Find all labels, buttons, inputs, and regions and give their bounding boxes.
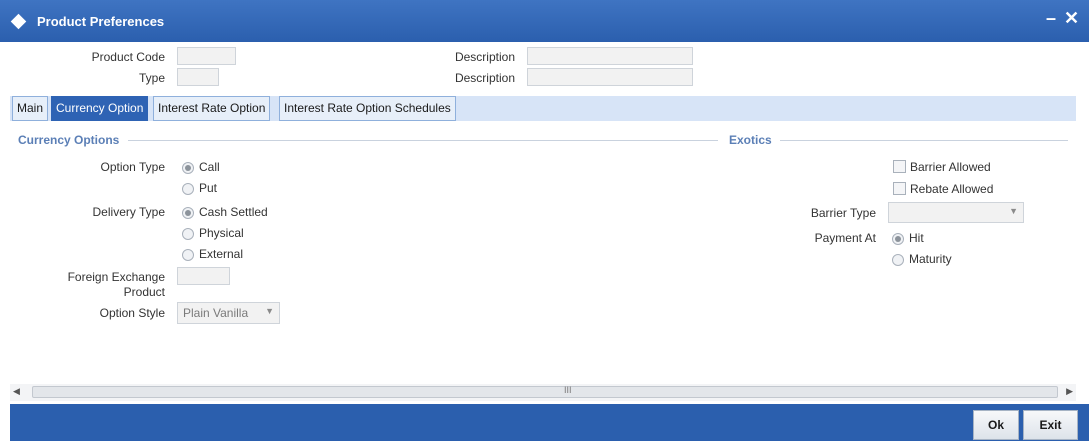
option-type-call-radio[interactable]	[182, 162, 194, 174]
option-style-label: Option Style	[99, 306, 165, 320]
horizontal-scrollbar[interactable]: ◀ III ▶	[10, 384, 1076, 401]
exotics-title: Exotics	[729, 133, 772, 147]
minimize-button[interactable]: –	[1046, 8, 1056, 29]
ok-button[interactable]: Ok	[973, 410, 1019, 440]
window-title: Product Preferences	[37, 14, 165, 29]
payment-at-label: Payment At	[814, 231, 876, 245]
barrier-type-select[interactable]: ▼	[888, 202, 1024, 223]
scroll-left-icon[interactable]: ◀	[13, 386, 20, 397]
tab-interest-rate-option-schedules[interactable]: Interest Rate Option Schedules	[279, 96, 456, 121]
fx-product-label-line2: Product	[123, 285, 165, 299]
option-type-put-radio[interactable]	[182, 183, 194, 195]
tab-interest-rate-option[interactable]: Interest Rate Option	[153, 96, 271, 121]
delivery-physical-radio[interactable]	[182, 228, 194, 240]
delivery-cash-settled-label: Cash Settled	[199, 205, 268, 219]
section-divider	[128, 140, 718, 141]
diamond-icon	[10, 13, 27, 30]
option-type-label: Option Type	[100, 160, 166, 174]
footer-bar	[10, 404, 1089, 441]
option-style-value: Plain Vanilla	[183, 306, 249, 320]
type-label: Type	[138, 71, 165, 85]
fx-product-label: Foreign Exchange	[67, 270, 165, 284]
product-code-field[interactable]	[177, 47, 236, 65]
product-code-label: Product Code	[91, 50, 165, 64]
fx-product-field[interactable]	[177, 267, 230, 285]
section-divider	[780, 140, 1068, 141]
chevron-down-icon: ▼	[265, 306, 274, 316]
delivery-cash-settled-radio[interactable]	[182, 207, 194, 219]
option-type-call-label: Call	[199, 160, 220, 174]
type-description-field[interactable]	[527, 68, 693, 86]
barrier-allowed-checkbox[interactable]	[893, 160, 906, 173]
description-label: Description	[454, 50, 515, 64]
delivery-physical-label: Physical	[199, 226, 244, 240]
scrollbar-grip-icon: III	[564, 385, 572, 395]
barrier-allowed-label: Barrier Allowed	[910, 160, 991, 174]
payment-at-hit-label: Hit	[909, 231, 924, 245]
rebate-allowed-checkbox[interactable]	[893, 182, 906, 195]
window-titlebar: Product Preferences – ✕	[0, 0, 1089, 42]
payment-at-maturity-radio[interactable]	[892, 254, 904, 266]
delivery-external-label: External	[199, 247, 244, 261]
type-description-label: Description	[454, 71, 515, 85]
payment-at-hit-radio[interactable]	[892, 233, 904, 245]
tab-main[interactable]: Main	[12, 96, 49, 121]
tab-currency-option[interactable]: Currency Option	[51, 96, 149, 121]
delivery-type-label: Delivery Type	[92, 205, 165, 219]
rebate-allowed-label: Rebate Allowed	[910, 182, 994, 196]
close-button[interactable]: ✕	[1064, 8, 1079, 29]
type-field[interactable]	[177, 68, 219, 86]
barrier-type-label: Barrier Type	[810, 206, 876, 220]
scrollbar-thumb[interactable]: III	[32, 385, 1058, 398]
exit-button[interactable]: Exit	[1023, 410, 1078, 440]
payment-at-maturity-label: Maturity	[909, 252, 952, 266]
delivery-external-radio[interactable]	[182, 249, 194, 261]
option-style-select[interactable]: Plain Vanilla ▼	[177, 302, 280, 324]
chevron-down-icon: ▼	[1009, 206, 1018, 216]
option-type-put-label: Put	[199, 181, 218, 195]
description-field[interactable]	[527, 47, 693, 65]
scroll-right-icon[interactable]: ▶	[1066, 386, 1073, 397]
currency-options-title: Currency Options	[18, 133, 120, 147]
